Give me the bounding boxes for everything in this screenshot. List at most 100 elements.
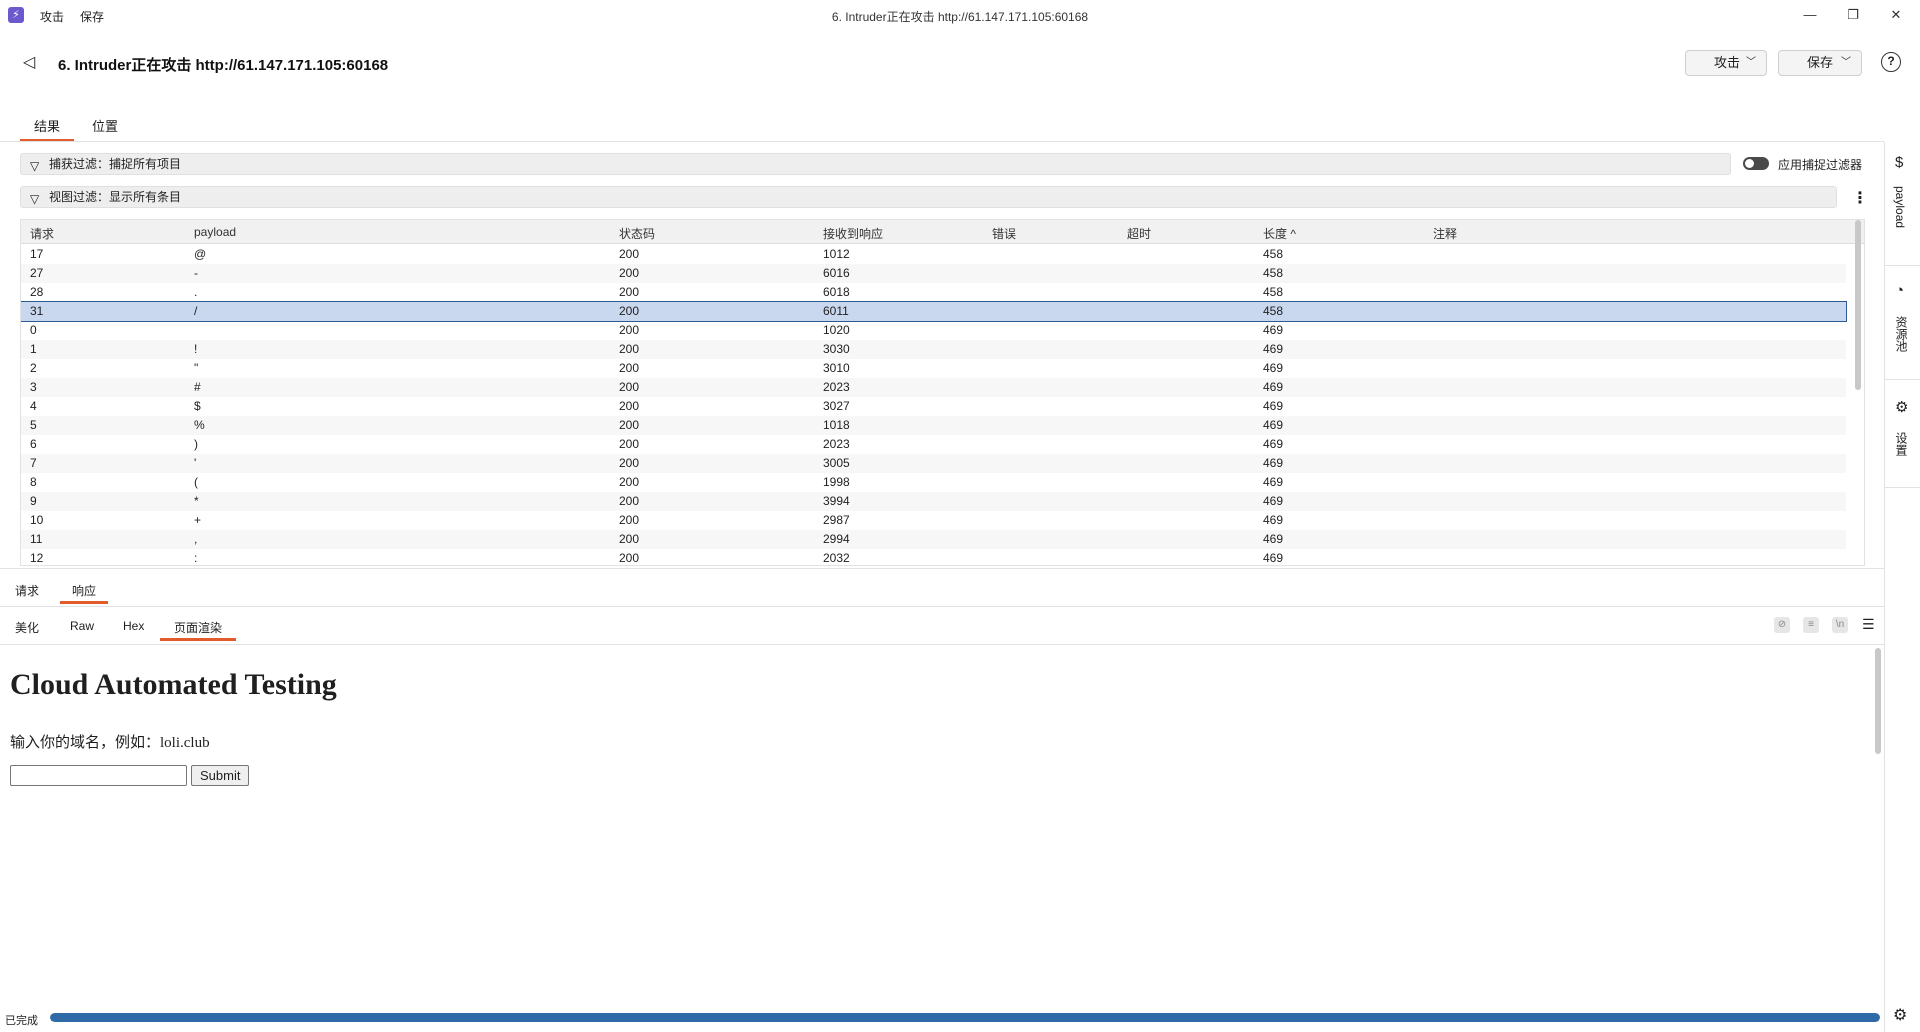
column-header[interactable]: 状态码 bbox=[619, 225, 655, 242]
table-row[interactable]: 11, 200 2994 469 bbox=[21, 530, 1846, 549]
tab-render[interactable]: 页面渲染 bbox=[160, 619, 237, 641]
save-dropdown-button[interactable]: 保存 ﹀ bbox=[1778, 50, 1862, 76]
back-arrow-icon[interactable]: ◁ bbox=[18, 52, 40, 74]
gear-icon[interactable]: ⚙ bbox=[1895, 398, 1908, 416]
table-row[interactable]: 5% 200 1018 469 bbox=[21, 416, 1846, 435]
table-row[interactable]: 27 - 200 6016 458 bbox=[21, 264, 1846, 283]
table-cell: . bbox=[194, 285, 198, 299]
table-cell: , bbox=[194, 532, 198, 546]
table-row[interactable]: 12: 200 2032 469 bbox=[21, 549, 1846, 565]
table-cell: 200 bbox=[619, 418, 640, 432]
table-row[interactable]: 9 * 200 3994 469 bbox=[21, 492, 1846, 511]
table-header: 请求 payload 状态码 接收到响应 错误 超时 长度 ^ 注释 bbox=[21, 220, 1864, 244]
table-cell: 1012 bbox=[823, 247, 850, 261]
table-cell: 11 bbox=[30, 532, 43, 546]
table-row[interactable]: 8 (200 1998 469 bbox=[21, 473, 1846, 492]
table-cell: 12 bbox=[30, 551, 44, 565]
table-cell: 200 bbox=[619, 399, 640, 413]
column-header[interactable]: 长度 ^ bbox=[1263, 225, 1296, 242]
table-cell: 6016 bbox=[823, 266, 850, 280]
table-cell: / bbox=[194, 304, 198, 318]
sidebar-divider bbox=[1885, 265, 1920, 266]
table-cell: 7 bbox=[30, 456, 37, 470]
dollar-icon[interactable]: $ bbox=[1895, 154, 1903, 171]
view-filter-bar[interactable]: ▽ 视图过滤：显示所有条目 bbox=[20, 186, 1837, 208]
table-row[interactable]: 6) 200 2023 469 bbox=[21, 435, 1846, 454]
tab-raw[interactable]: Raw bbox=[70, 619, 94, 641]
column-header[interactable]: 错误 bbox=[992, 225, 1016, 242]
minimize-button[interactable]: — bbox=[1795, 4, 1825, 26]
tab-hex[interactable]: Hex bbox=[123, 619, 144, 641]
pie-chart-icon[interactable]: ◔ bbox=[1895, 282, 1904, 299]
table-cell: 27 bbox=[30, 266, 44, 280]
sidebar-item-settings[interactable]: 设置 bbox=[1893, 432, 1910, 456]
table-cell: 458 bbox=[1263, 285, 1284, 299]
table-cell: $ bbox=[194, 399, 201, 413]
wrap-lines-icon[interactable]: ≡ bbox=[1803, 617, 1819, 633]
table-cell: 458 bbox=[1263, 304, 1284, 318]
table-row[interactable]: 28. 200 6018 458 bbox=[21, 283, 1846, 302]
table-row[interactable]: 17 @200 1012 458 bbox=[21, 245, 1846, 264]
capture-filter-toggle[interactable] bbox=[1743, 157, 1769, 170]
table-cell: 458 bbox=[1263, 266, 1284, 280]
restore-button[interactable]: ❐ bbox=[1838, 4, 1868, 26]
column-header[interactable]: 请求 bbox=[30, 225, 54, 242]
close-button[interactable]: ✕ bbox=[1881, 4, 1911, 26]
table-cell: 31 bbox=[30, 304, 44, 318]
table-row[interactable]: 1! 200 3030 469 bbox=[21, 340, 1846, 359]
more-options-icon[interactable]: ⋮ bbox=[1852, 188, 1868, 208]
table-row[interactable]: 7 ' 200 3005 469 bbox=[21, 454, 1846, 473]
table-cell: 469 bbox=[1263, 494, 1284, 508]
table-cell: 200 bbox=[619, 342, 640, 356]
table-cell: 3994 bbox=[823, 494, 850, 508]
table-row[interactable]: 0 200 1020 469 bbox=[21, 321, 1846, 340]
tab-pretty[interactable]: 美化 bbox=[15, 619, 39, 641]
table-cell: 10 bbox=[30, 513, 44, 527]
progress-fill bbox=[50, 1013, 1880, 1022]
tab-request[interactable]: 请求 bbox=[15, 582, 39, 604]
capture-filter-bar[interactable]: ▽ 捕获过滤：捕捉所有项目 bbox=[20, 153, 1731, 175]
table-cell: 28 bbox=[30, 285, 44, 299]
menu-icon[interactable]: ☰ bbox=[1862, 616, 1875, 633]
filter-icon: ▽ bbox=[30, 192, 40, 206]
filter-icon: ▽ bbox=[30, 159, 40, 173]
tab-results[interactable]: 结果 bbox=[20, 116, 75, 142]
render-scrollbar[interactable] bbox=[1875, 648, 1881, 754]
column-header[interactable]: payload bbox=[194, 225, 236, 239]
sidebar-item-payload[interactable]: payload bbox=[1893, 186, 1907, 228]
column-header[interactable]: 超时 bbox=[1127, 225, 1151, 242]
column-header[interactable]: 注释 bbox=[1433, 225, 1457, 242]
table-row[interactable]: 3 #200 2023 469 bbox=[21, 378, 1846, 397]
hide-icon[interactable]: ⊘ bbox=[1774, 617, 1790, 633]
chevron-down-icon: ﹀ bbox=[1746, 57, 1756, 68]
panel-divider bbox=[0, 568, 1884, 569]
table-scrollbar[interactable] bbox=[1855, 220, 1861, 390]
column-header[interactable]: 接收到响应 bbox=[823, 225, 883, 242]
table-row[interactable]: 4 $200 3027 469 bbox=[21, 397, 1846, 416]
table-row[interactable]: 10 +200 2987 469 bbox=[21, 511, 1846, 530]
table-cell: 200 bbox=[619, 380, 640, 394]
table-cell: 6011 bbox=[823, 304, 849, 318]
table-cell: 1018 bbox=[823, 418, 850, 432]
attack-dropdown-button[interactable]: 攻击 ﹀ bbox=[1685, 50, 1767, 76]
table-cell: 2994 bbox=[823, 532, 850, 546]
table-cell: 200 bbox=[619, 304, 640, 318]
table-row[interactable]: 31 / 200 6011 458 bbox=[21, 301, 1847, 322]
results-table: 请求 payload 状态码 接收到响应 错误 超时 长度 ^ 注释 17 @200 1012 45… bbox=[20, 219, 1865, 566]
right-sidebar: $ payload ◔ 资源池 ⚙ 设置 bbox=[1884, 142, 1920, 1032]
rendered-domain-input[interactable] bbox=[10, 765, 187, 786]
table-row[interactable]: 2 " 200 3010 469 bbox=[21, 359, 1846, 378]
gear-icon[interactable]: ⚙ bbox=[1893, 1005, 1907, 1025]
table-cell: 469 bbox=[1263, 475, 1284, 489]
table-cell: 200 bbox=[619, 494, 640, 508]
table-cell: 200 bbox=[619, 247, 640, 261]
table-cell: ' bbox=[194, 456, 197, 470]
tab-positions[interactable]: 位置 bbox=[92, 116, 118, 142]
rendered-submit-button[interactable]: Submit bbox=[191, 765, 250, 786]
table-cell: 3030 bbox=[823, 342, 850, 356]
table-cell: 2023 bbox=[823, 380, 850, 394]
tab-response[interactable]: 响应 bbox=[60, 582, 109, 604]
sidebar-item-resource-pool[interactable]: 资源池 bbox=[1893, 316, 1910, 352]
help-icon[interactable]: ? bbox=[1881, 52, 1901, 72]
newline-icon[interactable]: \n bbox=[1832, 617, 1848, 633]
